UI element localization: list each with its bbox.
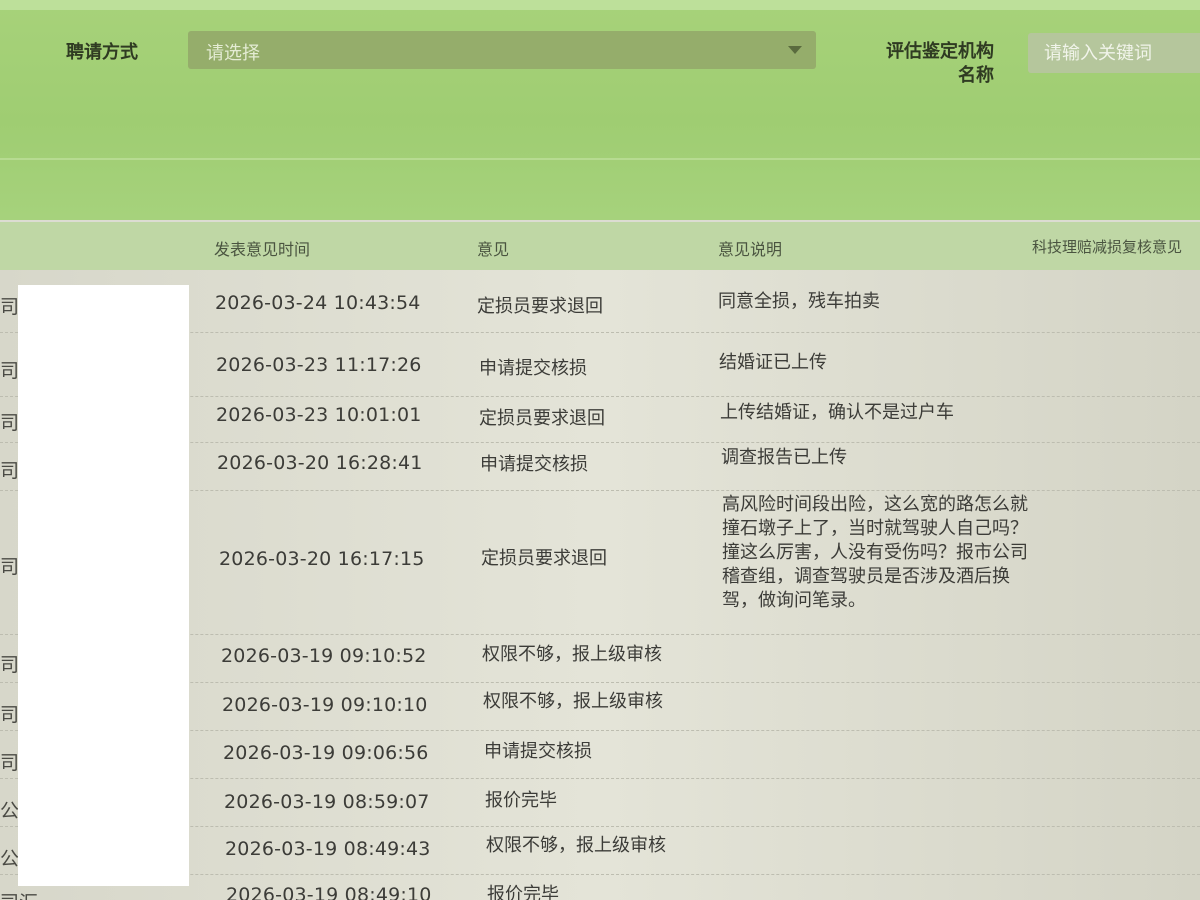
cell-time: 2026-03-23 10:01:01 [216, 404, 422, 426]
cell-opinion: 定损员要求退回 [481, 548, 607, 569]
cell-opinion: 权限不够，报上级审核 [483, 691, 663, 712]
org-name-label-line1: 评估鉴定机构 [886, 41, 994, 62]
header-opinion: 意见 [477, 240, 510, 259]
org-name-label: 评估鉴定机构 名称 [860, 40, 994, 88]
cell-time: 2026-03-19 09:10:52 [221, 645, 427, 667]
header-opinion-time: 发表意见时间 [214, 240, 311, 259]
filter-row-divider [0, 158, 1200, 160]
cell-company: 司 [0, 556, 20, 578]
cell-company: 司 [0, 704, 20, 726]
cell-company: 司 [0, 460, 20, 482]
cell-description: 调查报告已上传 [721, 447, 847, 468]
cell-opinion: 申请提交核损 [480, 454, 588, 475]
cell-opinion: 申请提交核损 [479, 358, 587, 379]
cell-description: 高风险时间段出险，这么宽的路怎么就撞石墩子上了，当时就驾驶人自己吗？撞这么厉害，… [722, 494, 1028, 611]
hire-method-select[interactable]: 请选择 [188, 31, 816, 69]
cell-opinion: 定损员要求退回 [479, 408, 605, 429]
org-name-keyword-input[interactable] [1028, 33, 1200, 73]
hire-method-label: 聘请方式 [66, 42, 138, 63]
hire-method-select-placeholder: 请选择 [206, 43, 260, 64]
claims-opinion-page: 聘请方式 请选择 评估鉴定机构 名称 发表意见时间 意见 意见说明 科技理赔减损… [0, 0, 1200, 900]
cell-time: 2026-03-20 16:17:15 [219, 548, 425, 570]
filter-bar-top-edge [0, 0, 1200, 10]
cell-company: 司 [0, 654, 20, 676]
cell-opinion: 权限不够，报上级审核 [482, 644, 662, 665]
cell-opinion: 报价完毕 [487, 884, 559, 900]
cell-company: 司 [0, 412, 20, 434]
cell-company: 司 [0, 360, 20, 382]
cell-opinion: 权限不够，报上级审核 [486, 835, 666, 856]
cell-description: 上传结婚证，确认不是过户车 [720, 402, 954, 423]
cell-opinion: 定损员要求退回 [477, 296, 603, 317]
filter-bar: 聘请方式 请选择 评估鉴定机构 名称 [0, 0, 1200, 220]
cell-time: 2026-03-19 09:10:10 [222, 694, 428, 716]
table-header: 发表意见时间 意见 意见说明 科技理赔减损复核意见 [0, 222, 1200, 271]
cell-company: 司汇 [0, 888, 38, 900]
header-opinion-description: 意见说明 [718, 240, 783, 259]
cell-opinion: 申请提交核损 [484, 741, 592, 762]
org-name-label-line2: 名称 [958, 65, 994, 86]
cell-company: 司 [0, 752, 20, 774]
cell-time: 2026-03-19 08:49:10 [226, 884, 432, 900]
cell-description: 结婚证已上传 [719, 352, 827, 373]
cell-description: 同意全损，残车拍卖 [718, 291, 880, 312]
cell-time: 2026-03-24 10:43:54 [215, 292, 421, 314]
cell-time: 2026-03-23 11:17:26 [216, 354, 422, 376]
cell-time: 2026-03-19 09:06:56 [223, 742, 429, 764]
cell-opinion: 报价完毕 [485, 790, 557, 811]
chevron-down-icon [788, 46, 802, 54]
cell-time: 2026-03-19 08:49:43 [225, 838, 431, 860]
redaction-block [18, 285, 189, 886]
cell-time: 2026-03-19 08:59:07 [224, 791, 430, 813]
header-tech-review: 科技理赔减损复核意见 [1032, 238, 1183, 256]
cell-time: 2026-03-20 16:28:41 [217, 452, 423, 474]
